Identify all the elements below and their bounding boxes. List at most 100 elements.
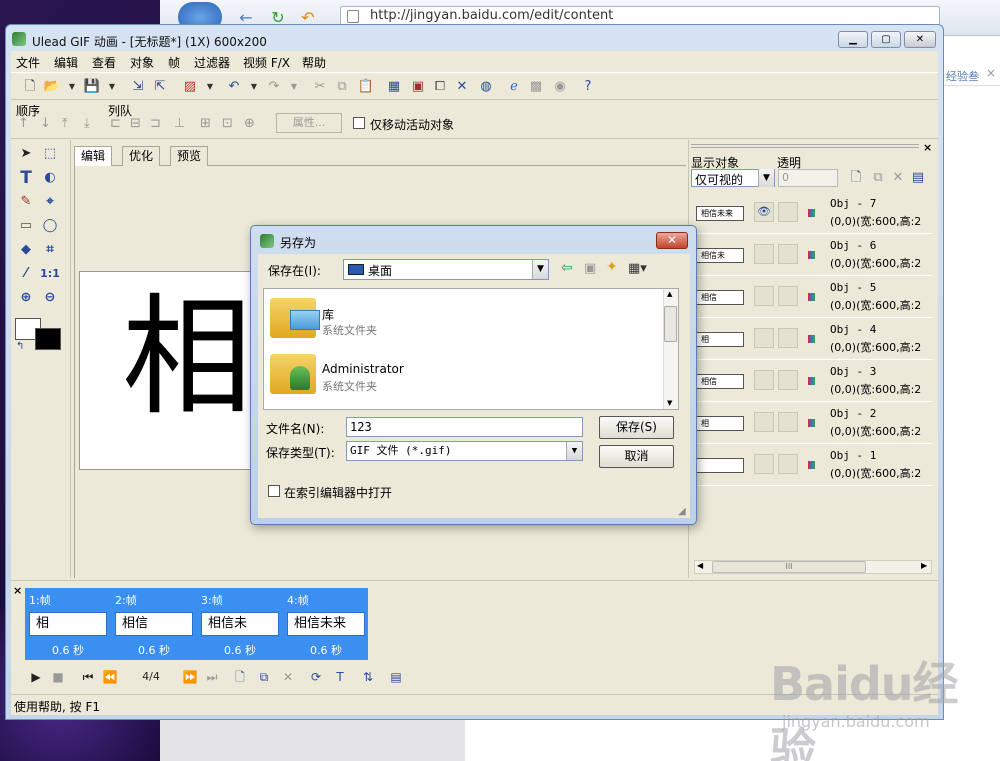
dropdown-arrow-icon[interactable]: ▼ [102,77,122,97]
marquee-tool-icon[interactable]: ⬚ [40,144,60,164]
new-folder-icon[interactable]: ✦ [606,259,618,275]
visibility-toggle[interactable] [754,244,774,264]
open-in-editor-checkbox[interactable] [268,485,280,497]
lock-toggle[interactable] [778,286,798,306]
move-up-icon[interactable]: ↑ [18,116,29,131]
lock-toggle[interactable] [778,412,798,432]
view-menu-icon[interactable]: ▦▾ [628,261,647,276]
eye-icon[interactable]: 👁 [754,202,774,222]
ie-preview-icon[interactable]: ℯ [504,77,524,97]
reverse-frames-icon[interactable]: ⇅ [358,668,378,686]
align-left-icon[interactable]: ⊏ [110,116,121,131]
tab-edit[interactable]: 编辑 [74,146,113,166]
image-icon[interactable]: ▣ [408,77,428,97]
stop-icon[interactable]: ■ [48,668,68,686]
align-center-icon[interactable]: ⊟ [130,116,141,131]
distribute-v-icon[interactable]: ⊡ [222,116,233,131]
brush-tool-icon[interactable]: ✎ [16,192,36,212]
page-side-text[interactable]: 经验叁 [946,68,979,84]
zoom-in-icon[interactable]: ⊕ [16,288,36,308]
frame-item[interactable]: 4:帧 相信未来 0.6 秒 [283,588,369,660]
close-icon[interactable]: × [986,66,996,80]
menu-object[interactable]: 对象 [130,54,154,71]
tab-optimize[interactable]: 优化 [122,146,161,166]
cut-icon[interactable]: ✂ [310,77,330,97]
dropdown-arrow-icon[interactable]: ▼ [244,77,264,97]
lasso-tool-icon[interactable]: ◐ [40,168,60,188]
visibility-toggle[interactable] [754,370,774,390]
next-frame-icon[interactable]: ⏩ [180,668,200,686]
chevron-down-icon[interactable]: ▼ [532,260,548,279]
move-bottom-icon[interactable]: ⤓ [84,116,90,131]
duplicate-object-icon[interactable]: ⧉ [868,168,888,188]
pointer-tool-icon[interactable]: ➤ [16,144,36,164]
banner-text-icon[interactable]: T [330,668,350,686]
delete-object-icon[interactable]: ✕ [888,168,908,188]
import-icon[interactable]: ⇲ [128,77,148,97]
scroll-up-icon[interactable]: ▲ [667,290,672,298]
dropdown-arrow-icon[interactable]: ▼ [62,77,82,97]
swap-colors-icon[interactable]: ↰ [16,341,24,352]
visibility-toggle[interactable] [754,454,774,474]
list-item[interactable]: 相 Obj - 4 (0,0)(宽:600,高:2 [692,319,932,360]
tab-preview[interactable]: 预览 [170,146,209,166]
move-down-icon[interactable]: ↓ [40,116,51,131]
paste-icon[interactable]: 📋 [356,77,376,97]
menu-file[interactable]: 文件 [16,54,40,71]
text-tool-icon[interactable]: T [16,168,36,188]
properties-button[interactable]: 属性... [276,113,342,133]
magic-wand-icon[interactable]: ⌖ [40,192,60,212]
frame-item[interactable]: 2:帧 相信 0.6 秒 [111,588,197,660]
add-frame-icon[interactable]: 🗋 [230,668,250,686]
eyedropper-tool-icon[interactable]: ⁄ [16,264,36,284]
copy-icon[interactable]: ⧉ [332,77,352,97]
resize-grip-icon[interactable]: ◢ [678,506,686,517]
export-icon[interactable]: ⇱ [150,77,170,97]
scrollbar-thumb[interactable]: III [712,561,866,573]
cross-tool-icon[interactable]: ✕ [452,77,472,97]
transparency-spinner[interactable]: 0 [778,169,838,187]
dropdown-arrow-icon[interactable]: ▼ [284,77,304,97]
lock-toggle[interactable] [778,454,798,474]
save-button[interactable]: 保存(S) [599,416,674,439]
center-canvas-icon[interactable]: ⊕ [244,116,255,131]
minimize-button[interactable]: ▁ [838,31,868,48]
list-item[interactable]: 库 系统文件夹 [266,294,662,346]
menu-edit[interactable]: 编辑 [54,54,78,71]
panel-close-icon[interactable]: × [923,141,932,154]
distribute-h-icon[interactable]: ⊞ [200,116,211,131]
align-bottom-icon[interactable]: ⊥ [174,116,185,131]
chevron-down-icon[interactable]: ▼ [566,442,582,460]
scroll-right-icon[interactable]: ▶ [921,561,927,570]
dialog-close-button[interactable]: ✕ [656,232,688,249]
list-item[interactable]: 相信 Obj - 3 (0,0)(宽:600,高:2 [692,361,932,402]
menu-video-fx[interactable]: 视频 F/X [243,54,290,71]
dropdown-arrow-icon[interactable]: ▼ [200,77,220,97]
duplicate-frame-icon[interactable]: ⧉ [254,668,274,686]
frame-item[interactable]: 3:帧 相信未 0.6 秒 [197,588,283,660]
globe-icon[interactable]: ◍ [476,77,496,97]
scrollbar-thumb[interactable] [664,306,677,342]
crop-icon[interactable]: ⧠ [430,77,450,97]
last-frame-icon[interactable]: ⏭ [202,668,222,686]
frame-item[interactable]: 1:帧 相 0.6 秒 [25,588,111,660]
list-item[interactable]: Administrator 系统文件夹 [266,350,662,402]
list-item[interactable]: 相信未来 👁 Obj - 7 (0,0)(宽:600,高:2 [692,193,932,234]
move-only-active-checkbox[interactable] [353,117,365,129]
list-item[interactable]: 相信未 Obj - 6 (0,0)(宽:600,高:2 [692,235,932,276]
window-close-button[interactable]: ✕ [904,31,936,48]
list-item[interactable]: 相 Obj - 2 (0,0)(宽:600,高:2 [692,403,932,444]
scroll-left-icon[interactable]: ◀ [697,561,703,570]
undo-icon[interactable]: ↶ [224,77,244,97]
lock-toggle[interactable] [778,328,798,348]
actual-size-icon[interactable]: 1:1 [40,264,60,284]
lock-toggle[interactable] [778,244,798,264]
up-folder-icon[interactable]: ▣ [584,261,596,276]
redo-icon[interactable]: ↷ [264,77,284,97]
prev-frame-icon[interactable]: ⏪ [100,668,120,686]
save-in-select[interactable]: 桌面 ▼ [343,259,549,280]
transform-tool-icon[interactable]: ⌗ [40,240,60,260]
list-item[interactable]: Obj - 1 (0,0)(宽:600,高:2 [692,445,932,486]
filetype-select[interactable]: GIF 文件 (*.gif) ▼ [346,441,583,461]
scroll-down-icon[interactable]: ▼ [667,399,672,407]
